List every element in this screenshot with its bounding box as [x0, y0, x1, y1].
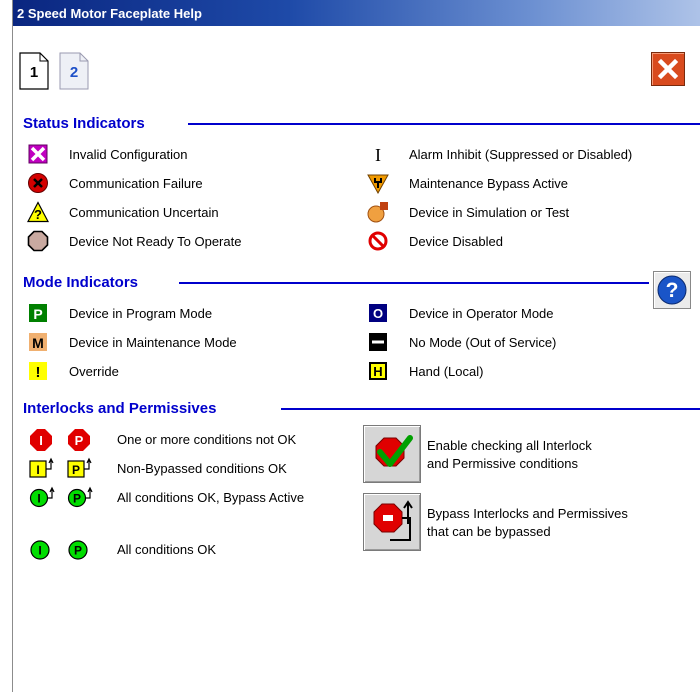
maintenance-bypass-icon: [367, 174, 389, 194]
status-label: Device in Simulation or Test: [409, 205, 570, 220]
interlock-letter: I: [39, 433, 43, 448]
mode-item: H Hand (Local): [367, 360, 657, 382]
permissive-ok-icon: P: [68, 540, 88, 560]
status-label: Alarm Inhibit (Suppressed or Disabled): [409, 147, 633, 162]
simulation-icon: [367, 202, 388, 223]
interlock-label: All conditions OK, Bypass Active: [117, 490, 305, 505]
mode-item: O Device in Operator Mode: [367, 302, 657, 324]
operator-mode-icon: O: [369, 304, 387, 322]
status-label: Communication Uncertain: [69, 205, 219, 220]
interlocks-section-title: Interlocks and Permissives: [23, 400, 217, 417]
interlock-letter: I: [37, 492, 40, 506]
interlock-label: One or more conditions not OK: [117, 432, 297, 447]
page-1-tab[interactable]: 1: [19, 52, 49, 90]
status-item: Device Disabled: [367, 230, 697, 252]
page-2-label: 2: [69, 64, 79, 81]
alarm-inhibit-icon: I: [375, 145, 381, 165]
svg-text:?: ?: [666, 279, 679, 302]
page-1-label: 1: [29, 64, 39, 81]
svg-text:?: ?: [34, 207, 42, 222]
svg-text:M: M: [32, 335, 44, 351]
question-icon: ?: [657, 275, 687, 305]
permissive-letter: P: [72, 463, 80, 477]
interlock-letter: I: [36, 463, 39, 477]
permissive-letter: P: [73, 492, 81, 506]
interlock-row: I P All conditions OK: [29, 538, 359, 560]
svg-text:P: P: [33, 306, 42, 322]
communication-uncertain-icon: ?: [27, 201, 49, 223]
status-item: Device in Simulation or Test: [367, 201, 697, 223]
svg-text:I: I: [375, 145, 381, 165]
status-label: Maintenance Bypass Active: [409, 176, 568, 191]
status-label: Communication Failure: [69, 176, 203, 191]
status-item: ? Communication Uncertain: [27, 201, 367, 223]
no-mode-icon: [369, 333, 387, 351]
mode-label: Device in Program Mode: [69, 306, 213, 321]
hand-local-icon: H: [369, 362, 387, 380]
status-label: Device Not Ready To Operate: [69, 234, 242, 249]
communication-failure-icon: [28, 173, 48, 193]
status-item: I Alarm Inhibit (Suppressed or Disabled): [367, 143, 697, 165]
interlock-row: I P Non-Bypassed conditions OK: [29, 457, 359, 479]
help-window: 2 Speed Motor Faceplate Help 1 2 Status …: [12, 0, 700, 692]
interlock-not-ok-icon: I: [30, 429, 52, 451]
close-icon: [657, 58, 679, 80]
svg-text:O: O: [373, 306, 383, 321]
interlock-label: Non-Bypassed conditions OK: [117, 461, 287, 476]
maintenance-mode-icon: M: [29, 333, 47, 351]
mode-label: Hand (Local): [409, 364, 484, 379]
override-icon: !: [29, 362, 47, 381]
program-mode-icon: P: [29, 304, 47, 322]
title-bar[interactable]: 2 Speed Motor Faceplate Help: [13, 0, 700, 26]
svg-text:!: !: [36, 364, 41, 381]
bypass-icon: [373, 500, 413, 541]
permissive-bypass-active-icon: P: [67, 486, 93, 508]
mode-item: No Mode (Out of Service): [367, 331, 657, 353]
page-2-tab[interactable]: 2: [59, 52, 89, 90]
status-item: Maintenance Bypass Active: [367, 172, 697, 194]
mode-label: No Mode (Out of Service): [409, 335, 557, 350]
enable-checking-button[interactable]: [363, 425, 421, 483]
mode-item: M Device in Maintenance Mode: [27, 331, 367, 353]
interlock-nonbypassed-ok-icon: I: [29, 457, 54, 478]
permissive-nonbypassed-ok-icon: P: [67, 457, 92, 478]
permissive-letter: P: [75, 433, 84, 448]
interlock-row: I P All conditions OK, Bypass Active: [29, 486, 359, 508]
enable-checking-label: Enable checking all Interlock and Permis…: [427, 438, 592, 471]
status-item: Device Not Ready To Operate: [27, 230, 367, 252]
close-button[interactable]: [651, 52, 685, 86]
section-divider: [188, 123, 700, 125]
status-section-title: Status Indicators: [23, 115, 145, 132]
section-divider: [281, 408, 700, 410]
help-button[interactable]: ?: [653, 271, 691, 309]
interlock-label: All conditions OK: [117, 542, 216, 557]
stop-check-icon: [375, 435, 413, 467]
status-label: Device Disabled: [409, 234, 503, 249]
bypass-interlocks-label: Bypass Interlocks and Permissives that c…: [427, 506, 628, 539]
interlock-row: I P One or more conditions not OK: [29, 428, 359, 451]
device-not-ready-icon: [27, 230, 49, 252]
interlock-ok-icon: I: [30, 540, 50, 560]
mode-item: ! Override: [27, 360, 367, 382]
permissive-not-ok-icon: P: [68, 429, 90, 451]
mode-item: P Device in Program Mode: [27, 302, 367, 324]
window-title: 2 Speed Motor Faceplate Help: [17, 6, 202, 21]
interlock-bypass-active-icon: I: [29, 486, 55, 508]
status-item: Invalid Configuration: [27, 143, 367, 165]
mode-label: Device in Operator Mode: [409, 306, 554, 321]
interlock-letter: I: [38, 544, 41, 558]
bypass-interlocks-button[interactable]: [363, 493, 421, 551]
mode-label: Override: [69, 364, 119, 379]
mode-label: Device in Maintenance Mode: [69, 335, 237, 350]
invalid-configuration-icon: [28, 144, 48, 164]
section-divider: [179, 282, 649, 284]
permissive-letter: P: [74, 544, 82, 558]
device-disabled-icon: [368, 231, 388, 251]
mode-section-title: Mode Indicators: [23, 274, 139, 291]
status-label: Invalid Configuration: [69, 147, 188, 162]
status-item: Communication Failure: [27, 172, 367, 194]
svg-text:H: H: [373, 364, 382, 379]
